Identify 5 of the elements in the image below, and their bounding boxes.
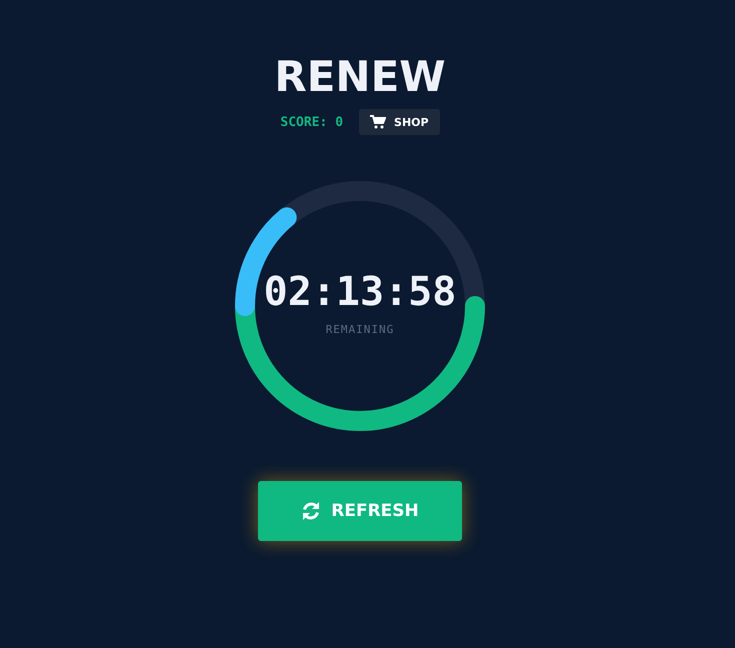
shop-button[interactable]: SHOP [359, 109, 440, 135]
score-text: SCORE: 0 [280, 114, 344, 130]
game-title: RENEW [274, 52, 446, 102]
refresh-icon [301, 501, 322, 521]
cart-icon [370, 115, 386, 129]
